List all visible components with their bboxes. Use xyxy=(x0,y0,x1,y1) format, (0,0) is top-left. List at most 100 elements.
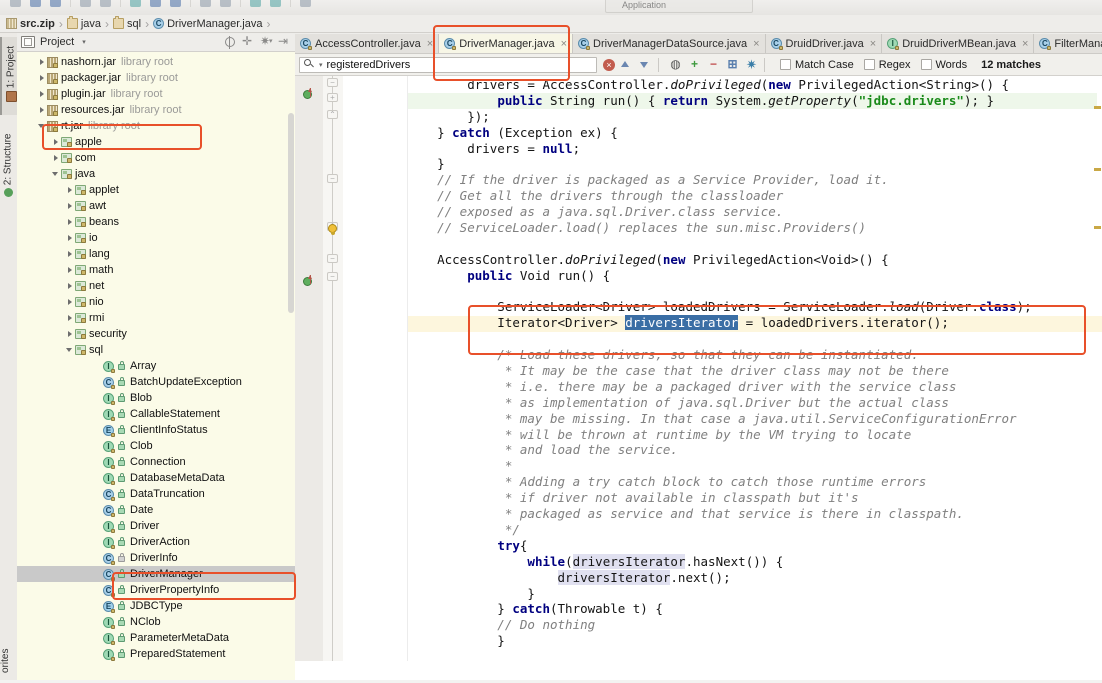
find-all-icon[interactable]: ◍ xyxy=(668,57,683,72)
checkbox-box[interactable] xyxy=(920,59,932,70)
chevron-right-icon[interactable] xyxy=(65,198,75,214)
fold-marker-icon[interactable]: − xyxy=(327,254,338,263)
fold-marker-icon[interactable]: − xyxy=(327,78,338,87)
paste-icon[interactable] xyxy=(170,0,181,7)
clear-search-icon[interactable]: × xyxy=(603,58,615,71)
breadcrumb-item-1[interactable]: java xyxy=(66,16,104,30)
tree-item-math[interactable]: math xyxy=(17,262,295,278)
search-everywhere-icon[interactable] xyxy=(300,0,311,7)
copy-icon[interactable] xyxy=(150,0,161,7)
remove-selection-icon[interactable]: − xyxy=(706,57,721,72)
sidebar-item-project[interactable]: 1: Project xyxy=(0,37,17,115)
tree-item-io[interactable]: io xyxy=(17,230,295,246)
tree-item-lang[interactable]: lang xyxy=(17,246,295,262)
tree-item-array[interactable]: I Array xyxy=(17,358,295,374)
tree-item-clientinfostatus[interactable]: E ClientInfoStatus xyxy=(17,422,295,438)
run-configuration-selector[interactable]: Application xyxy=(605,0,753,13)
tree-item-net[interactable]: net xyxy=(17,278,295,294)
chevron-down-icon[interactable] xyxy=(65,342,75,358)
checkbox-box[interactable] xyxy=(863,59,875,70)
close-icon[interactable]: × xyxy=(753,38,759,50)
find-bar[interactable]: ▾ registeredDrivers × ◍ + − ⊞ ✷ Match Ca… xyxy=(295,54,1102,76)
tree-item-nashorn-jar[interactable]: nashorn.jar library root xyxy=(17,54,295,70)
tree-item-awt[interactable]: awt xyxy=(17,198,295,214)
chevron-right-icon[interactable] xyxy=(65,214,75,230)
select-all-occurrences-icon[interactable]: ⊞ xyxy=(725,57,740,72)
editor-tab-drivermanager-java[interactable]: C DriverManager.java × xyxy=(439,34,574,53)
back-icon[interactable] xyxy=(200,0,211,7)
chevron-down-icon[interactable] xyxy=(37,118,47,134)
find-settings-gear-icon[interactable]: ✷ xyxy=(744,57,759,72)
chevron-right-icon[interactable] xyxy=(51,134,61,150)
breadcrumb-item-2[interactable]: sql xyxy=(113,16,144,30)
tree-item-databasemetadata[interactable]: I DatabaseMetaData xyxy=(17,470,295,486)
tree-item-connection[interactable]: I Connection xyxy=(17,454,295,470)
chevron-right-icon[interactable] xyxy=(37,86,47,102)
fold-marker-icon[interactable]: − xyxy=(327,174,338,183)
tree-item-security[interactable]: security xyxy=(17,326,295,342)
open-icon[interactable] xyxy=(10,0,21,7)
build-icon[interactable] xyxy=(270,0,281,7)
intention-bulb-icon[interactable] xyxy=(327,224,338,237)
editor-tab-filtermana[interactable]: C FilterMana xyxy=(1034,34,1102,53)
tree-item-packager-jar[interactable]: packager.jar library root xyxy=(17,70,295,86)
sidebar-item-structure[interactable]: 2: Structure xyxy=(0,121,17,213)
chevron-down-icon[interactable]: ▾ xyxy=(82,38,86,46)
chevron-right-icon[interactable] xyxy=(65,278,75,294)
find-next-icon[interactable] xyxy=(637,57,653,73)
breadcrumb-item-3[interactable]: C DriverManager.java xyxy=(153,18,265,30)
tree-item-blob[interactable]: I Blob xyxy=(17,390,295,406)
editor-tab-druiddriver-java[interactable]: C DruidDriver.java × xyxy=(765,34,883,53)
fold-marker-icon[interactable]: − xyxy=(327,272,338,281)
forward-icon[interactable] xyxy=(220,0,231,7)
chevron-right-icon[interactable] xyxy=(65,182,75,198)
chevron-down-icon[interactable]: ▾ xyxy=(319,61,323,69)
code-pane[interactable]: − + ⌃ − ⌃ − − drivers = AccessController… xyxy=(295,76,1102,661)
find-previous-icon[interactable] xyxy=(618,57,634,73)
tree-item-date[interactable]: C Date xyxy=(17,502,295,518)
editor-gutter[interactable] xyxy=(295,76,324,661)
cut-icon[interactable] xyxy=(130,0,141,7)
tree-item-apple[interactable]: apple xyxy=(17,134,295,150)
checkbox-box[interactable] xyxy=(780,59,791,70)
tree-item-datatruncation[interactable]: C DataTruncation xyxy=(17,486,295,502)
tree-item-beans[interactable]: beans xyxy=(17,214,295,230)
editor-tab-bar[interactable]: C AccessController.java × C DriverManager.ja… xyxy=(295,33,1102,54)
tree-item-sql[interactable]: sql xyxy=(17,342,295,358)
chevron-right-icon[interactable] xyxy=(65,262,75,278)
save-icon[interactable] xyxy=(30,0,41,7)
collapse-all-icon[interactable] xyxy=(224,35,237,49)
project-tree[interactable]: nashorn.jar library root packager.jar libra… xyxy=(17,52,295,662)
tree-item-callablestatement[interactable]: I CallableStatement xyxy=(17,406,295,422)
close-icon[interactable]: × xyxy=(427,38,433,50)
run-method-icon[interactable] xyxy=(303,88,315,100)
regex-checkbox[interactable]: Regex xyxy=(863,59,911,71)
sync-icon[interactable] xyxy=(50,0,61,7)
undo-icon[interactable] xyxy=(80,0,91,7)
tree-item-com[interactable]: com xyxy=(17,150,295,166)
tree-item-plugin-jar[interactable]: plugin.jar library root xyxy=(17,86,295,102)
tree-item-driver[interactable]: I Driver xyxy=(17,518,295,534)
tree-item-rt-jar[interactable]: rt.jar library root xyxy=(17,118,295,134)
code-folding-column[interactable]: − + ⌃ − ⌃ − − xyxy=(323,76,344,661)
fold-marker-icon[interactable]: ⌃ xyxy=(327,110,338,119)
gear-icon[interactable] xyxy=(260,34,273,49)
chevron-right-icon[interactable] xyxy=(37,70,47,86)
run-method-icon[interactable] xyxy=(303,275,315,287)
fold-marker-icon[interactable]: + xyxy=(327,93,338,102)
search-input[interactable]: ▾ registeredDrivers xyxy=(299,56,597,73)
chevron-right-icon[interactable] xyxy=(51,150,61,166)
code-text[interactable]: drivers = AccessController.doPrivileged(… xyxy=(407,76,1102,661)
tree-item-clob[interactable]: I Clob xyxy=(17,438,295,454)
chevron-right-icon[interactable] xyxy=(37,54,47,70)
editor-tab-druiddrivermbean-java[interactable]: I DruidDriverMBean.java × xyxy=(882,34,1035,53)
sidebar-item-favorites[interactable]: orites xyxy=(0,639,17,683)
tree-item-preparedstatement[interactable]: I PreparedStatement xyxy=(17,646,295,662)
tree-item-parametermetadata[interactable]: I ParameterMetaData xyxy=(17,630,295,646)
compile-icon[interactable] xyxy=(250,0,261,7)
chevron-right-icon[interactable] xyxy=(65,326,75,342)
redo-icon[interactable] xyxy=(100,0,111,7)
tree-item-nio[interactable]: nio xyxy=(17,294,295,310)
scroll-from-source-icon[interactable] xyxy=(242,34,255,49)
editor-tab-accesscontroller-java[interactable]: C AccessController.java × xyxy=(295,34,440,53)
